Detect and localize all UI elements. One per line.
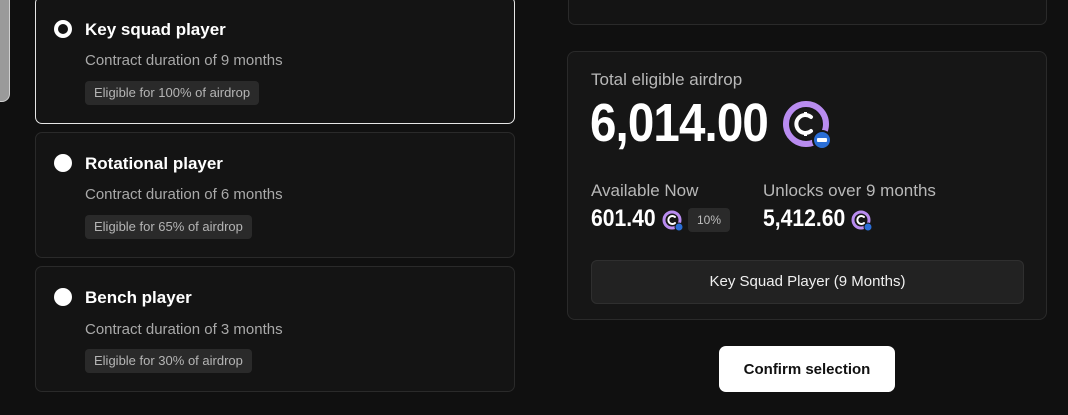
total-airdrop-label: Total eligible airdrop bbox=[591, 70, 743, 89]
available-now-amount: 601.40 bbox=[591, 205, 656, 232]
unlocks-label: Unlocks over 9 months bbox=[763, 181, 936, 200]
option-title: Rotational player bbox=[85, 154, 223, 173]
option-title: Bench player bbox=[85, 288, 192, 307]
option-title: Key squad player bbox=[85, 20, 226, 39]
scrollbar-thumb[interactable] bbox=[0, 0, 10, 102]
option-rotational-player[interactable]: Rotational player Contract duration of 6… bbox=[35, 132, 515, 258]
radio-unselected-icon[interactable] bbox=[54, 288, 72, 306]
option-duration: Contract duration of 6 months bbox=[85, 186, 283, 203]
airdrop-selection-page: Key squad player Contract duration of 9 … bbox=[0, 0, 1068, 415]
eligibility-badge: Eligible for 65% of airdrop bbox=[85, 215, 252, 239]
previous-card bbox=[568, 0, 1047, 25]
selected-plan-display: Key Squad Player (9 Months) bbox=[591, 260, 1024, 304]
available-percent-badge: 10% bbox=[688, 208, 731, 232]
option-bench-player[interactable]: Bench player Contract duration of 3 mont… bbox=[35, 266, 515, 392]
token-coin-icon bbox=[851, 210, 873, 232]
unlocks-amount: 5,412.60 bbox=[763, 205, 846, 232]
token-coin-icon bbox=[783, 101, 832, 150]
radio-unselected-icon[interactable] bbox=[54, 154, 72, 172]
confirm-selection-button[interactable]: Confirm selection bbox=[719, 346, 895, 392]
eligibility-badge: Eligible for 100% of airdrop bbox=[85, 81, 260, 105]
airdrop-summary-card: Total eligible airdrop 6,014.00 Availabl… bbox=[567, 51, 1047, 320]
token-coin-icon bbox=[662, 210, 684, 232]
eligibility-badge: Eligible for 30% of airdrop bbox=[85, 349, 252, 373]
radio-selected-icon[interactable] bbox=[54, 20, 72, 38]
available-now-label: Available Now bbox=[591, 181, 699, 200]
option-key-squad-player[interactable]: Key squad player Contract duration of 9 … bbox=[35, 0, 515, 124]
option-duration: Contract duration of 9 months bbox=[85, 52, 283, 69]
option-duration: Contract duration of 3 months bbox=[85, 321, 283, 338]
total-airdrop-amount: 6,014.00 bbox=[590, 93, 769, 153]
